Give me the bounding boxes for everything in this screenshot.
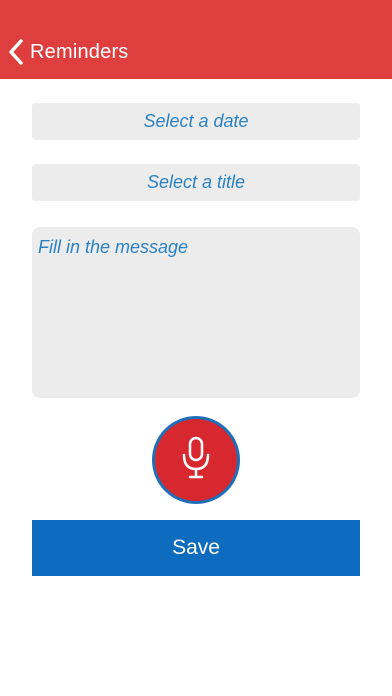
title-placeholder: Select a title [146, 172, 246, 192]
back-button-label: Reminders [30, 40, 129, 63]
back-button[interactable]: Reminders [8, 36, 129, 68]
save-button[interactable]: Save [32, 520, 360, 576]
date-placeholder: Select a date [143, 111, 249, 131]
microphone-icon [181, 436, 211, 485]
navigation-bar: Reminders [0, 0, 392, 79]
chevron-left-icon [8, 39, 24, 65]
save-button-label: Save [172, 536, 220, 559]
date-selector-field[interactable]: Select a date [32, 103, 360, 140]
message-textarea[interactable]: Fill in the message [32, 227, 360, 398]
message-placeholder: Fill in the message [38, 237, 189, 257]
microphone-button[interactable] [152, 416, 240, 504]
title-selector-field[interactable]: Select a title [32, 164, 360, 201]
